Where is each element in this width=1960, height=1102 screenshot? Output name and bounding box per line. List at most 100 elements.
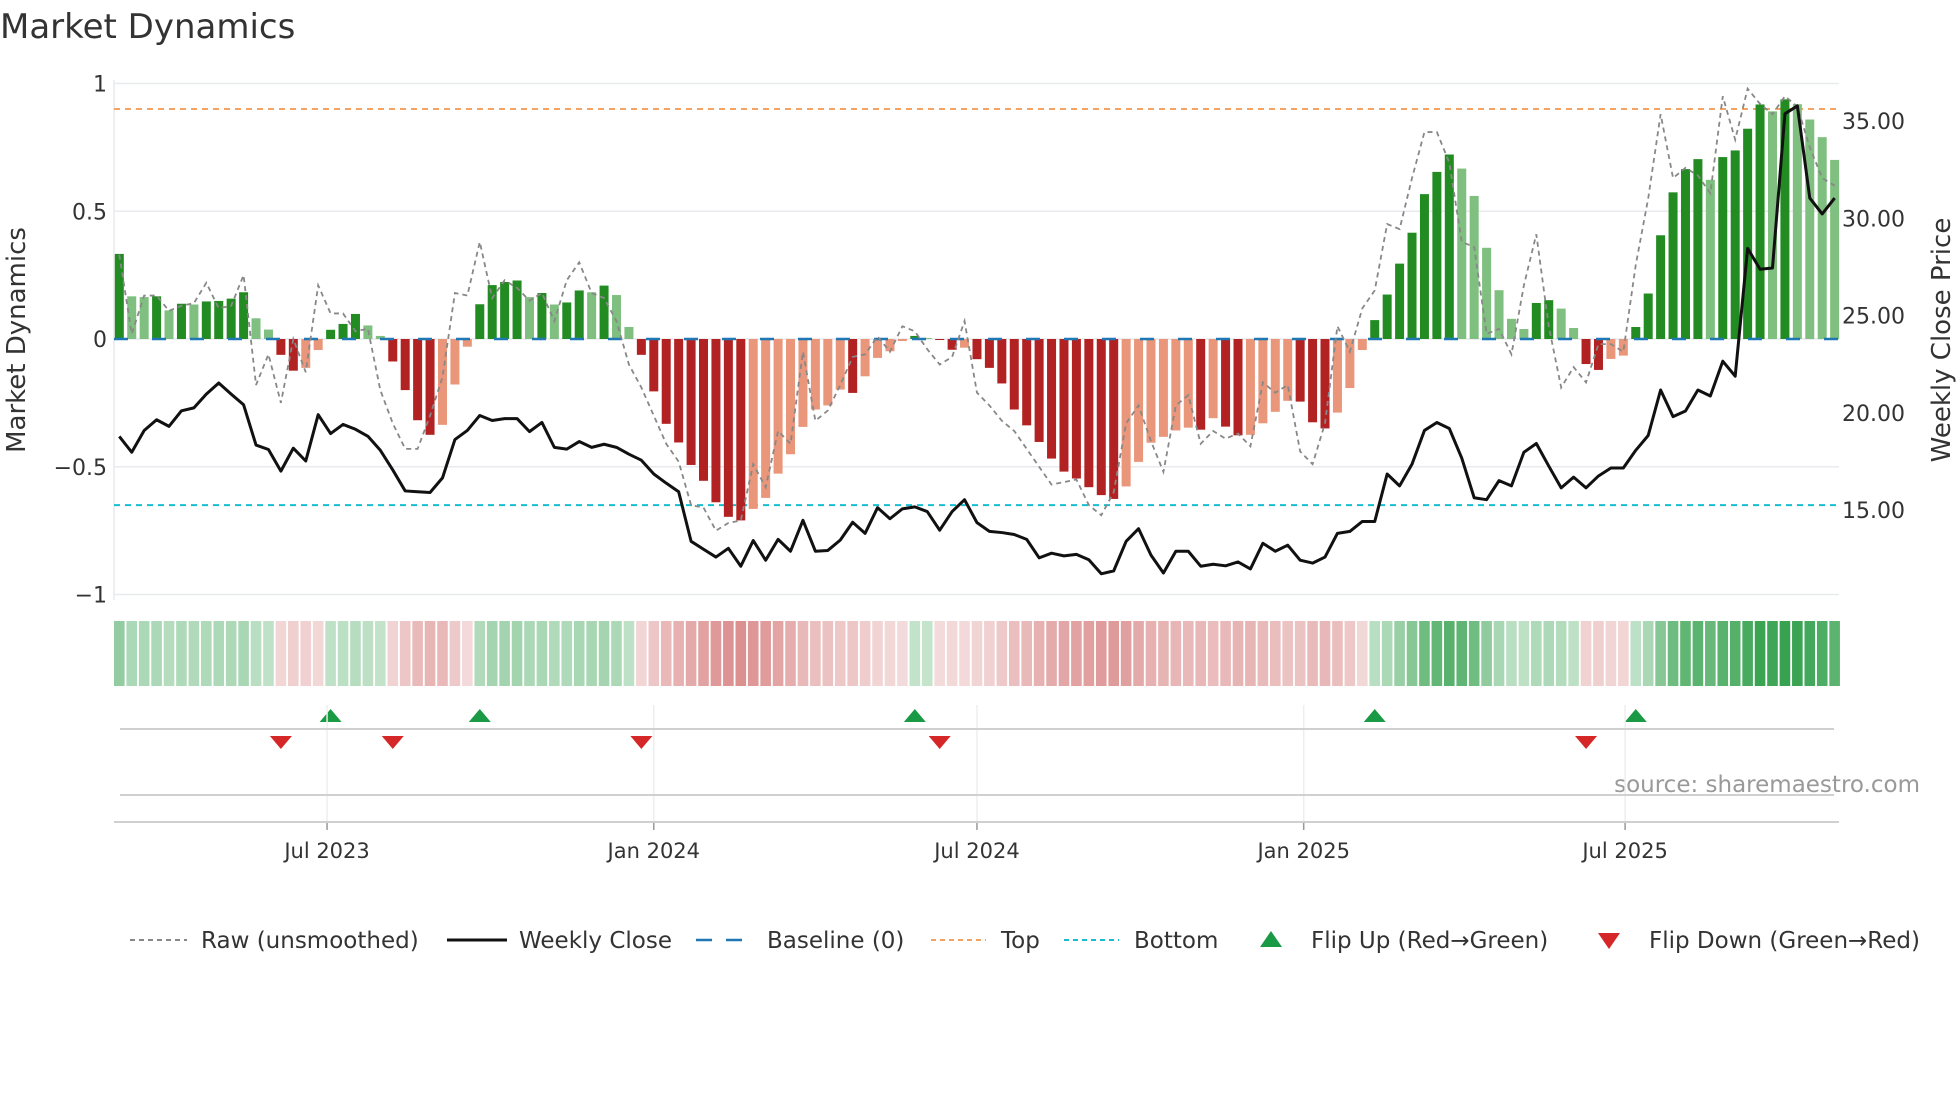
bar <box>1047 339 1057 459</box>
strip-cell <box>859 621 871 686</box>
strip-cell <box>151 621 162 686</box>
strip-cell <box>1381 621 1393 686</box>
strip-cell <box>424 621 436 686</box>
strip-cell <box>462 621 473 686</box>
legend-item: Raw (unsmoothed) <box>130 928 419 954</box>
strip-cell <box>486 621 498 686</box>
strip-cell <box>1804 621 1816 686</box>
flip-up-marker <box>903 709 926 722</box>
strip-cell <box>114 621 125 686</box>
bar <box>1680 169 1690 339</box>
strip-cell <box>399 621 411 686</box>
bar <box>276 339 286 355</box>
bar <box>1320 339 1330 429</box>
strip-cell <box>1170 621 1182 686</box>
strip-cell <box>1120 621 1132 686</box>
strip-cell <box>1729 621 1741 686</box>
bar <box>1171 339 1181 431</box>
strip-cell <box>375 621 386 686</box>
strip-cell <box>1008 621 1020 686</box>
bar <box>251 318 261 339</box>
strip-cell <box>760 621 771 686</box>
bar <box>1631 326 1641 339</box>
bar <box>350 313 360 339</box>
strip-cell <box>673 621 684 686</box>
strip-cell <box>1332 621 1343 686</box>
y-tick-label: 0.5 <box>72 200 107 225</box>
bar <box>574 290 584 339</box>
strip-cell <box>1593 621 1604 686</box>
legend-flip-down-icon <box>1598 933 1620 949</box>
y2-tick-label: 35.00 <box>1842 110 1905 135</box>
bar <box>1730 150 1740 339</box>
bar <box>263 329 273 339</box>
strip-cell <box>1033 621 1045 686</box>
bar <box>1096 339 1106 496</box>
strip-cell <box>511 621 523 686</box>
bar <box>748 339 758 509</box>
bar <box>1245 339 1255 435</box>
legend-label: Bottom <box>1134 928 1218 954</box>
bar <box>1084 339 1094 488</box>
strip-cell <box>959 621 970 686</box>
legend-item: Baseline (0) <box>696 928 904 954</box>
strip-cell <box>1829 621 1840 686</box>
legend-label: Top <box>1000 928 1040 954</box>
strip-cell <box>598 621 610 686</box>
strip-cell <box>163 621 175 686</box>
strip-cell <box>698 621 709 686</box>
strip-cell <box>573 621 585 686</box>
strip-cell <box>586 621 597 686</box>
strip-cell <box>946 621 958 686</box>
legend-label: Raw (unsmoothed) <box>201 928 419 954</box>
bar <box>487 285 497 339</box>
raw-line <box>118 86 1836 532</box>
strip-cell <box>350 621 361 686</box>
bar <box>587 292 597 339</box>
strip-cell <box>685 621 697 686</box>
bar <box>1419 194 1429 339</box>
bar <box>562 302 572 339</box>
strip-cell <box>549 621 560 686</box>
bars <box>114 99 1840 521</box>
x-tick-label: Jul 2025 <box>1580 839 1667 863</box>
strip-cell <box>1531 621 1542 686</box>
bar <box>1805 119 1815 339</box>
bar <box>612 295 621 339</box>
bar <box>338 323 348 339</box>
bar <box>1357 339 1367 350</box>
strip-cell <box>1717 621 1729 686</box>
flip-down-marker <box>1575 736 1598 749</box>
bar <box>1506 318 1516 339</box>
strip-cell <box>1642 621 1654 686</box>
bar <box>1121 339 1131 487</box>
regime-strip <box>114 621 1840 686</box>
chart-title: Market Dynamics <box>0 7 295 47</box>
bar <box>1432 171 1442 339</box>
strip-cell <box>561 621 573 686</box>
bar <box>450 339 460 385</box>
legend-label: Flip Up (Red→Green) <box>1311 928 1548 954</box>
bar <box>1643 293 1653 339</box>
strip-cell <box>1555 621 1567 686</box>
strip-cell <box>822 621 834 686</box>
bar <box>1009 339 1019 410</box>
bar <box>1059 339 1069 472</box>
x-tick-label: Jul 2023 <box>282 839 369 863</box>
bar <box>1382 294 1392 339</box>
bar <box>823 339 833 406</box>
bar <box>723 339 733 517</box>
strip-cell <box>1195 621 1207 686</box>
bar <box>1258 339 1268 424</box>
bar <box>1071 339 1081 479</box>
strip-cell <box>437 621 448 686</box>
bar <box>1183 339 1193 428</box>
strip-cell <box>300 621 312 686</box>
strip-cell <box>1158 621 1169 686</box>
strip-cell <box>1419 621 1430 686</box>
bar <box>636 339 646 355</box>
strip-cell <box>1754 621 1766 686</box>
strip-cell <box>1207 621 1219 686</box>
bar <box>997 339 1007 384</box>
bar <box>897 339 907 342</box>
